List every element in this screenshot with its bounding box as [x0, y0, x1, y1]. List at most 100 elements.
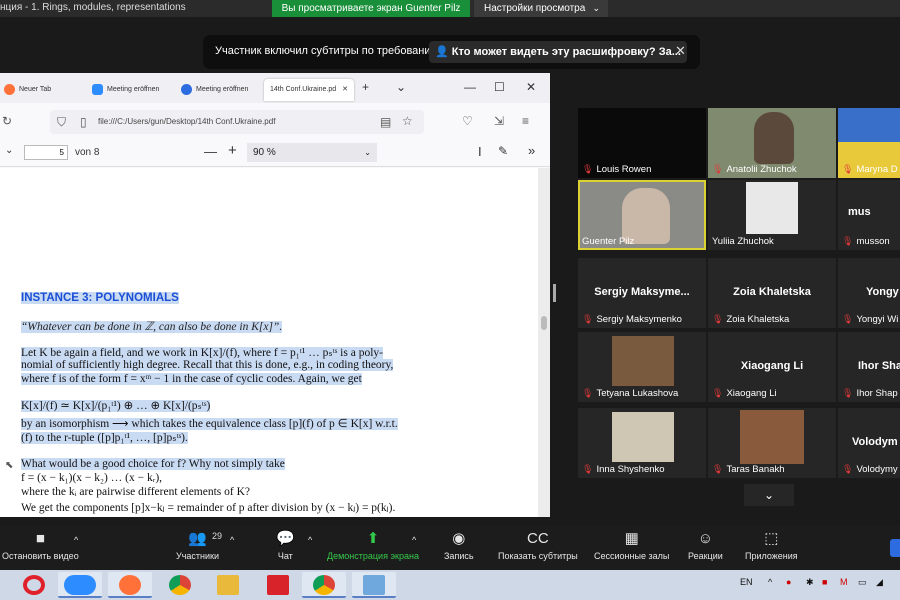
tab-new-tab[interactable]: Neuer Tab: [4, 79, 51, 101]
participant-tile[interactable]: 🎙 Anatolii Zhuchok: [708, 108, 836, 178]
chat-button[interactable]: 💬 Чат: [276, 529, 295, 561]
zoom-out-button[interactable]: —: [204, 144, 217, 159]
chevron-down-icon[interactable]: ⌄: [5, 145, 13, 156]
participant-big-name: mus: [848, 206, 871, 218]
participant-tile-active[interactable]: Guenter Pilz: [578, 180, 706, 250]
show-subtitles-button[interactable]: CC Показать субтитры: [498, 529, 578, 561]
record-icon: ◉: [452, 530, 466, 547]
subtitle-banner: Участник включил субтитры по требованию …: [203, 35, 700, 69]
chevron-up-icon[interactable]: ^: [230, 535, 234, 545]
participant-tile[interactable]: 🎙 Maryna D: [838, 108, 900, 178]
bluetooth-icon[interactable]: ✱: [806, 577, 814, 588]
chevron-up-icon[interactable]: ^: [412, 535, 416, 545]
close-tab-icon[interactable]: ✕: [342, 86, 348, 93]
pocket-icon[interactable]: ♡: [462, 114, 473, 128]
firefox-app[interactable]: [108, 572, 152, 598]
participant-grid: 🎙 Louis Rowen 🎙 Anatolii Zhuchok 🎙 Maryna D…: [578, 108, 900, 480]
zoom-value: 90 %: [253, 147, 276, 158]
tab-meeting-2[interactable]: Meeting eröffnen: [181, 79, 248, 101]
tab-list-icon[interactable]: ⌄: [396, 80, 406, 94]
chrome-app[interactable]: [158, 572, 202, 598]
participant-tile[interactable]: Yuliia Zhuchok: [708, 180, 836, 250]
chevron-down-icon[interactable]: ⌄: [744, 484, 794, 506]
app-tray-icon[interactable]: ●: [786, 577, 791, 587]
opera-icon: [23, 575, 45, 595]
shield-icon[interactable]: ⛉: [57, 115, 66, 130]
acrobat-app[interactable]: [256, 572, 300, 598]
share-screen-label: Демонстрация экрана: [327, 551, 419, 561]
end-meeting-button[interactable]: [890, 539, 900, 557]
record-button[interactable]: ◉ Запись: [444, 529, 474, 561]
paint-app[interactable]: [352, 572, 396, 598]
participant-label: 🎙 Anatolii Zhuchok: [712, 164, 797, 175]
mail-icon[interactable]: M: [840, 577, 848, 587]
reactions-button[interactable]: ☺ Реакции: [688, 529, 723, 561]
chrome-app-2[interactable]: [302, 572, 346, 598]
participant-tile[interactable]: 🎙 Taras Banakh: [708, 408, 836, 478]
participant-name: Louis Rowen: [596, 164, 652, 175]
breakout-rooms-button[interactable]: ▦ Сессионные залы: [594, 529, 669, 561]
shared-browser-window: Neuer Tab Meeting eröffnen Meeting eröff…: [0, 73, 550, 517]
tab-label: Meeting eröffnen: [107, 86, 160, 93]
app-tray-icon[interactable]: ■: [822, 577, 827, 587]
language-indicator[interactable]: EN: [740, 577, 753, 587]
menu-icon[interactable]: ≡: [522, 114, 529, 128]
text-line: where f is of the form f = xᵐ − 1 in the…: [21, 373, 362, 385]
participant-name: Ihor Shap: [856, 388, 898, 399]
participant-tile[interactable]: 🎙 Inna Shyshenko: [578, 408, 706, 478]
reactions-label: Реакции: [688, 551, 723, 561]
participant-label: 🎙 musson: [842, 236, 890, 247]
opera-app[interactable]: [12, 572, 56, 598]
page-icon[interactable]: ▯: [80, 115, 87, 129]
more-tools-icon[interactable]: »: [528, 143, 535, 158]
extensions-icon[interactable]: ⇲: [494, 114, 504, 128]
tab-meeting-1[interactable]: Meeting eröffnen: [92, 79, 159, 101]
zoom-app[interactable]: [58, 572, 102, 598]
tab-pdf[interactable]: 14th Conf.Ukraine.pd ✕: [264, 79, 354, 101]
who-can-see-button[interactable]: 👤 Кто может видеть эту расшифровку? За..…: [429, 41, 687, 63]
maximize-icon[interactable]: ☐: [494, 80, 505, 94]
window-close-icon[interactable]: ✕: [526, 80, 536, 94]
participant-tile[interactable]: Yongy 🎙 Yongyi Wi: [838, 258, 900, 328]
chevron-up-icon[interactable]: ^: [768, 577, 772, 587]
new-tab-button[interactable]: +: [362, 80, 369, 94]
reader-view-icon[interactable]: ▤: [380, 115, 391, 129]
reload-icon[interactable]: ↻: [2, 114, 12, 128]
share-screen-button[interactable]: ⬆ Демонстрация экрана: [327, 529, 419, 561]
participant-tile[interactable]: Sergiy Maksyme... 🎙 Sergiy Maksymenko: [578, 258, 706, 328]
chevron-up-icon[interactable]: ^: [74, 535, 78, 545]
close-icon[interactable]: ✕: [675, 43, 686, 59]
stop-video-button[interactable]: ■ Остановить видео: [2, 529, 79, 561]
battery-icon[interactable]: ▭: [858, 577, 867, 588]
quote-line: “Whatever can be done in ℤ, can also be …: [21, 319, 283, 333]
zoom-in-button[interactable]: +: [228, 142, 237, 159]
text-line-content: where f is of the form f = xᵐ − 1 in the…: [21, 373, 362, 385]
pdf-scrollbar[interactable]: [538, 168, 550, 517]
url-bar[interactable]: file:///C:/Users/gun/Desktop/14th Conf.U…: [50, 110, 424, 134]
chevron-up-icon[interactable]: ^: [308, 535, 312, 545]
participant-tile[interactable]: Ihor Sha 🎙 Ihor Shap: [838, 332, 900, 402]
participant-tile[interactable]: 🎙 Tetyana Lukashova: [578, 332, 706, 402]
scrollbar-thumb[interactable]: [541, 316, 547, 330]
text-cursor-icon[interactable]: I: [478, 144, 482, 159]
participant-tile[interactable]: 🎙 Louis Rowen: [578, 108, 706, 178]
participant-tile[interactable]: Zoia Khaletska 🎙 Zoia Khaletska: [708, 258, 836, 328]
zoom-select[interactable]: 90 % ⌄: [247, 143, 377, 162]
mic-muted-icon: 🎙: [712, 164, 724, 174]
page-number-input[interactable]: 5: [24, 145, 68, 160]
minimize-icon[interactable]: —: [464, 80, 476, 94]
mic-muted-icon: 🎙: [842, 464, 854, 474]
apps-button[interactable]: ⬚ Приложения: [745, 529, 798, 561]
text-line: Let K be again a field, and we work in K…: [21, 345, 383, 359]
file-explorer-app[interactable]: [206, 572, 250, 598]
participant-tile[interactable]: mus 🎙 musson: [838, 180, 900, 250]
view-options-button[interactable]: Настройки просмотра ⌄: [474, 0, 608, 17]
participants-button[interactable]: 👥 Участники 29: [176, 529, 222, 561]
pen-icon[interactable]: ✎: [498, 144, 508, 158]
network-icon[interactable]: ◢: [876, 577, 883, 588]
text-line-content: What would be a good choice for f? Why n…: [21, 458, 285, 470]
split-handle[interactable]: [553, 284, 556, 302]
participant-tile[interactable]: Volodym 🎙 Volodymy: [838, 408, 900, 478]
participant-tile[interactable]: Xiaogang Li 🎙 Xiaogang Li: [708, 332, 836, 402]
bookmark-star-icon[interactable]: ☆: [402, 114, 413, 128]
